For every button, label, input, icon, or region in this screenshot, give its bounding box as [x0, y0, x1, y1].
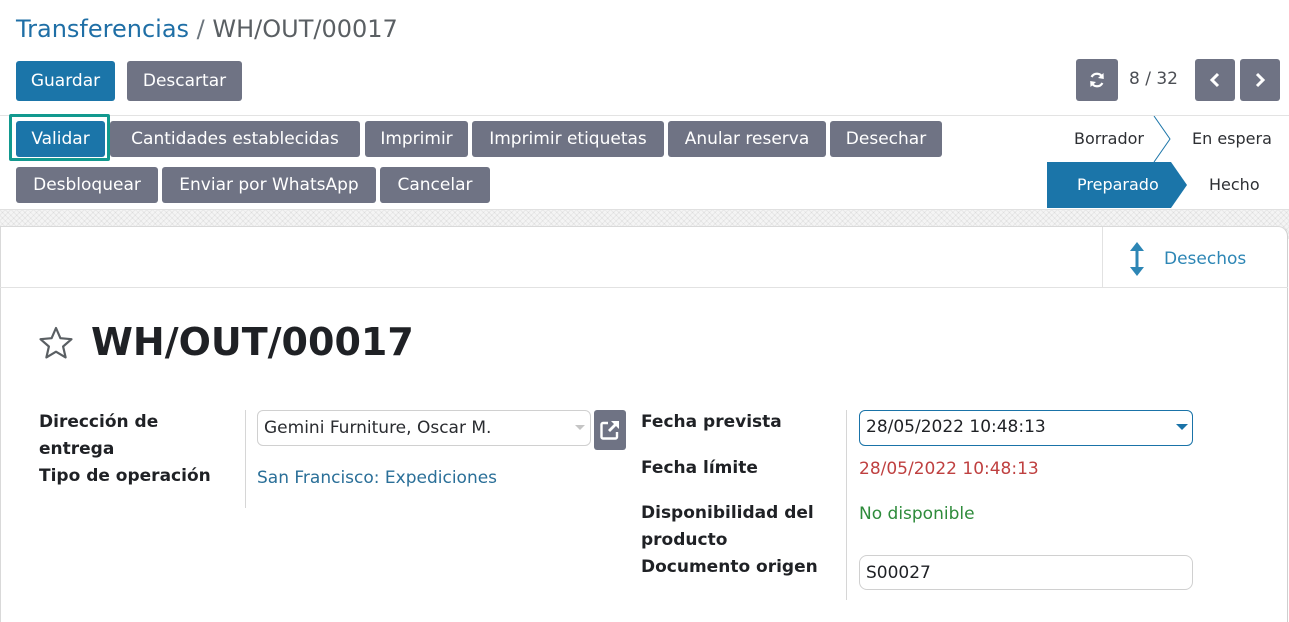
pager-next-button[interactable]	[1240, 59, 1280, 101]
external-link-button[interactable]	[594, 410, 626, 450]
origin-label: Documento origen	[641, 557, 818, 577]
chevron-right-icon	[1255, 72, 1266, 88]
chevron-left-icon	[1209, 72, 1220, 88]
stage-ready-label: Preparado	[1077, 175, 1159, 194]
scheduled-date-label: Fecha prevista	[641, 412, 782, 432]
reload-button[interactable]	[1076, 59, 1118, 101]
print-button[interactable]: Imprimir	[365, 121, 468, 157]
chevron-down-icon	[575, 425, 585, 430]
stage-done[interactable]: Hecho	[1209, 174, 1260, 196]
operation-type-link[interactable]: San Francisco: Expediciones	[257, 465, 497, 491]
stage-arrow-separator	[1153, 116, 1171, 162]
pager-value[interactable]: 8 / 32	[1129, 66, 1178, 92]
deadline-label: Fecha límite	[641, 458, 758, 478]
stage-draft[interactable]: Borrador	[1074, 128, 1144, 150]
set-quantities-button[interactable]: Cantidades establecidas	[110, 121, 360, 157]
caret-down-icon	[1176, 424, 1188, 430]
statusbar-divider	[0, 115, 1289, 116]
availability-value: No disponible	[859, 504, 975, 524]
deadline-value: 28/05/2022 10:48:13	[859, 459, 1039, 479]
left-group-separator	[245, 410, 246, 508]
external-link-icon	[600, 421, 619, 440]
send-whatsapp-button[interactable]: Enviar por WhatsApp	[162, 167, 376, 203]
save-button[interactable]: Guardar	[16, 61, 115, 101]
arrows-vertical-icon	[1130, 242, 1144, 276]
stage-waiting[interactable]: En espera	[1192, 128, 1272, 150]
availability-label-line2: producto	[641, 530, 728, 550]
operation-type-label: Tipo de operación	[39, 466, 211, 486]
breadcrumb-separator: /	[196, 15, 205, 43]
right-group-separator	[846, 410, 847, 600]
delivery-address-value: Gemini Furniture, Oscar M.	[264, 418, 492, 438]
print-labels-button[interactable]: Imprimir etiquetas	[472, 121, 664, 157]
availability-label-line1: Disponibilidad del	[641, 503, 814, 523]
scrap-button[interactable]: Desechar	[830, 121, 942, 157]
pager-previous-button[interactable]	[1195, 59, 1235, 101]
validate-highlight	[9, 114, 110, 161]
delivery-address-label-line2: entrega	[39, 439, 115, 459]
breadcrumb-parent-link[interactable]: Transferencias	[16, 15, 189, 43]
breadcrumb-current: WH/OUT/00017	[212, 15, 398, 43]
origin-value: S00027	[866, 563, 931, 583]
delivery-address-label-line1: Dirección de	[39, 412, 159, 432]
cancel-button[interactable]: Cancelar	[380, 167, 490, 203]
star-outline-icon[interactable]	[38, 326, 74, 360]
refresh-icon	[1090, 72, 1104, 88]
record-title: WH/OUT/00017	[91, 320, 414, 364]
button-box-divider	[0, 287, 1288, 288]
control-panel: Transferencias / WH/OUT/00017 Guardar De…	[0, 0, 1289, 210]
scrap-smart-button-label: Desechos	[1164, 249, 1247, 269]
scheduled-date-value: 28/05/2022 10:48:13	[866, 417, 1046, 437]
discard-button[interactable]: Descartar	[127, 61, 242, 101]
breadcrumb: Transferencias / WH/OUT/00017	[16, 13, 398, 45]
unreserve-button[interactable]: Anular reserva	[668, 121, 826, 157]
unlock-button[interactable]: Desbloquear	[16, 167, 158, 203]
